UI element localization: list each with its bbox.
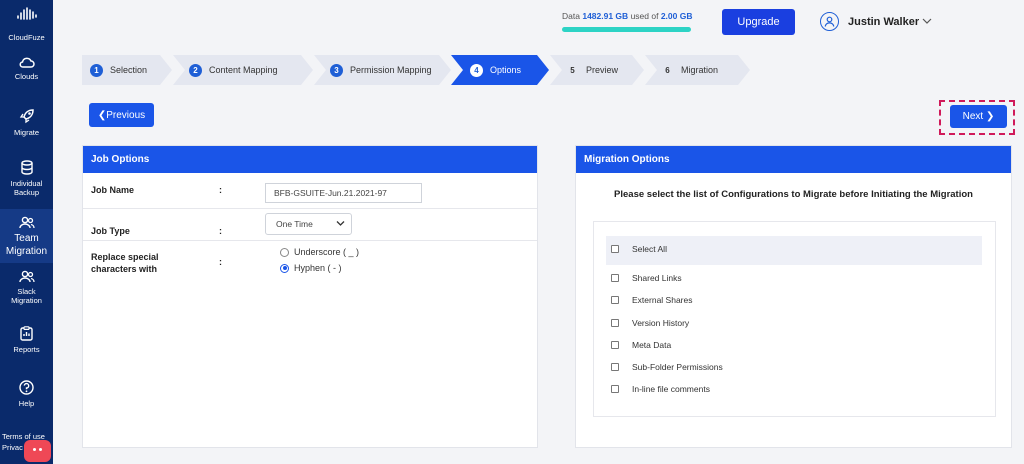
job-type-select[interactable]: One Time [265,213,352,235]
job-options-panel: Job Options Job Name : Job Type : One Ti… [82,145,538,448]
step-label: Options [490,65,522,75]
job-type-row: Job Type : One Time [83,209,537,241]
chat-icon[interactable] [24,440,51,462]
sidebar-item-clouds[interactable]: Clouds [0,56,53,81]
configuration-list: Select All Shared Links External Shares … [593,221,996,417]
sidebar-item-reports[interactable]: Reports [0,326,53,354]
sidebar-item-help[interactable]: Help [0,380,53,408]
step-preview[interactable]: 5 Preview [550,55,644,85]
checkbox[interactable] [611,341,619,349]
storage-usage-bar [562,27,691,32]
sidebar-item-team-migration[interactable]: Team Migration [0,209,53,263]
step-label: Permission Mapping [350,65,432,75]
sidebar-item-label: Help [18,399,35,408]
sidebar-item-label: Slack Migration [11,287,42,306]
step-content-mapping[interactable]: 2 Content Mapping [173,55,313,85]
checkbox[interactable] [611,319,619,327]
next-button[interactable]: Next ❯ [950,105,1007,128]
step-label: Content Mapping [209,65,278,75]
hyphen-radio[interactable] [280,263,289,273]
report-icon [20,326,33,341]
sidebar-item-label: Team Migration [5,233,48,257]
sidebar-item-label: Reports [13,345,40,354]
team-icon [18,216,35,229]
user-name: Justin Walker [848,15,920,28]
checkbox[interactable] [611,296,619,304]
step-migration[interactable]: 6 Migration [645,55,750,85]
config-sub-folder-permissions[interactable]: Sub-Folder Permissions [611,362,723,372]
sidebar-item-slack-migration[interactable]: Slack Migration [0,270,53,306]
brand-name: CloudFuze [8,33,45,42]
checkbox[interactable] [611,274,619,282]
job-type-label: Job Type [91,226,130,236]
step-options[interactable]: 4 Options [451,55,549,85]
select-all-option[interactable]: Select All [611,244,667,254]
brand-logo[interactable]: CloudFuze [0,6,53,42]
user-avatar-icon [820,12,839,31]
checkbox[interactable] [611,363,619,371]
underscore-radio[interactable] [280,247,289,257]
step-label: Selection [110,65,148,75]
config-shared-links[interactable]: Shared Links [611,273,682,283]
chevron-down-icon [336,221,345,226]
migration-options-title: Migration Options [576,146,1011,173]
chevron-left-icon: ❮ [97,109,107,121]
job-options-title: Job Options [83,146,537,173]
job-name-input[interactable] [265,183,422,203]
sidebar-item-label: Migrate [13,128,39,137]
step-selection[interactable]: 1 Selection [82,55,172,85]
chevron-down-icon [922,16,932,28]
migration-options-panel: Migration Options Please select the list… [575,145,1012,448]
cloudfuze-logo-icon [0,6,53,24]
config-external-shares[interactable]: External Shares [611,295,692,305]
database-icon [20,160,33,175]
step-label: Preview [586,65,619,75]
sidebar-item-migrate[interactable]: Migrate [0,108,53,137]
underscore-option[interactable]: Underscore ( _ ) [280,247,359,257]
sidebar-item-label: Individual Backup [10,179,43,198]
storage-usage-text: Data 1482.91 GB used of 2.00 GB [562,11,693,21]
job-name-label: Job Name [91,185,135,195]
previous-button[interactable]: ❮Previous [89,103,154,127]
config-meta-data[interactable]: Meta Data [611,340,671,350]
sidebar-item-label: Clouds [14,72,39,81]
cloud-icon [19,57,35,68]
team-icon [18,270,35,283]
help-icon [19,380,34,395]
step-label: Migration [681,65,719,75]
chevron-right-icon: ❯ [985,111,995,122]
migration-instruction: Please select the list of Configurations… [614,189,973,200]
step-permission-mapping[interactable]: 3 Permission Mapping [314,55,451,85]
job-name-row: Job Name : [83,175,537,209]
replace-characters-label: Replace special characters with [91,252,159,275]
sidebar: CloudFuze Clouds Migrate Individual Back… [0,0,53,464]
select-all-checkbox[interactable] [611,245,619,253]
rocket-icon [19,109,34,124]
sidebar-item-individual-backup[interactable]: Individual Backup [0,160,53,198]
hyphen-option[interactable]: Hyphen ( - ) [280,263,342,273]
user-menu[interactable]: Justin Walker [820,12,932,31]
config-version-history[interactable]: Version History [611,318,689,328]
replace-characters-row: Replace special characters with : Undersc… [91,247,360,275]
config-inline-file-comments[interactable]: In-line file comments [611,384,710,394]
migration-stepper: 1 Selection 2 Content Mapping 3 Permission … [82,55,750,85]
checkbox[interactable] [611,385,619,393]
upgrade-button[interactable]: Upgrade [722,9,795,35]
